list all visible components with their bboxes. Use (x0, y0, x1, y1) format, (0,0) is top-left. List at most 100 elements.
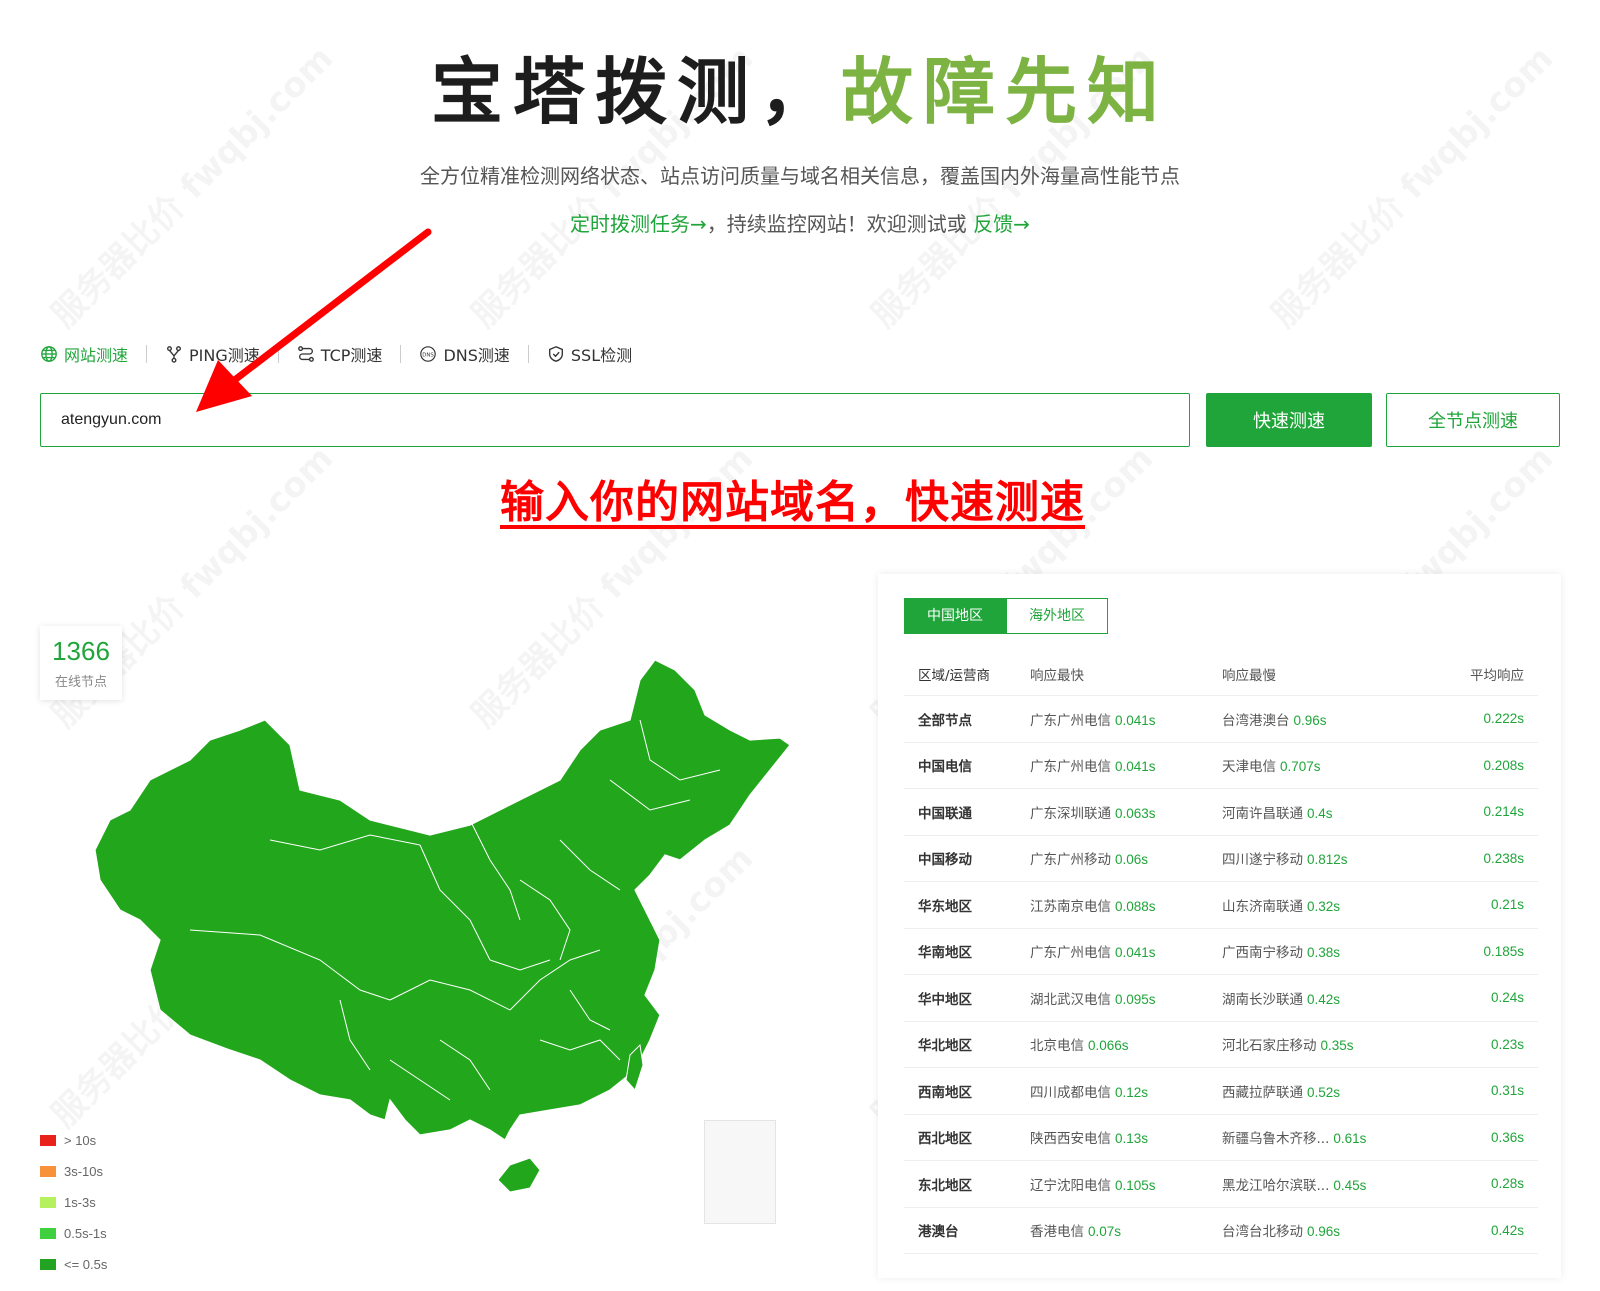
region-cell: 华南地区 (918, 945, 972, 962)
page-title: 宝塔拨测，故障先知 (0, 52, 1600, 132)
fastest-node: 广东广州电信 (1030, 945, 1111, 962)
legend-label: 0.5s-1s (64, 1226, 107, 1241)
slowest-node: 广西南宁移动 (1222, 945, 1303, 962)
average-cell: 0.23s (1490, 1036, 1524, 1052)
region-cell: 华中地区 (918, 991, 972, 1008)
header-average: 平均响应 (1470, 667, 1524, 684)
tab-tcp[interactable]: TCP测速 (297, 342, 401, 366)
legend-item[interactable]: 1s-3s (40, 1187, 107, 1218)
table-row[interactable]: 华北地区 北京电信 0.066s 河北石家庄移动 0.35s 0.23s (904, 1022, 1538, 1068)
table-row[interactable]: 港澳台 香港电信 0.07s 台湾台北移动 0.96s 0.42s (904, 1208, 1538, 1254)
average-cell: 0.222s (1483, 711, 1524, 727)
table-row[interactable]: 西南地区 四川成都电信 0.12s 西藏拉萨联通 0.52s 0.31s (904, 1068, 1538, 1115)
fastest-cell: 广东深圳联通 0.063s (1030, 802, 1222, 822)
fastest-time: 0.088s (1115, 898, 1156, 914)
slowest-node: 河北石家庄移动 (1222, 1038, 1317, 1055)
slowest-time: 0.96s (1307, 1224, 1341, 1240)
table-row[interactable]: 中国联通 广东深圳联通 0.063s 河南许昌联通 0.4s 0.214s (904, 789, 1538, 836)
fastest-cell: 北京电信 0.066s (1030, 1034, 1222, 1054)
tab-dns[interactable]: DNS DNS测速 (419, 342, 527, 366)
tab-website-speed[interactable]: 网站测速 (40, 342, 146, 366)
legend-item[interactable]: 0.5s-1s (40, 1218, 107, 1249)
region-cell: 中国联通 (918, 805, 972, 822)
header-region: 区域/运营商 (918, 667, 991, 684)
region-cell: 港澳台 (918, 1224, 959, 1241)
table-row[interactable]: 华南地区 广东广州电信 0.041s 广西南宁移动 0.38s 0.185s (904, 929, 1538, 975)
slowest-time: 0.32s (1307, 898, 1341, 914)
route-icon (297, 346, 314, 362)
fastest-node: 陕西西安电信 (1030, 1131, 1111, 1148)
fastest-time: 0.066s (1088, 1038, 1129, 1054)
legend-label: > 10s (64, 1133, 97, 1148)
tab-label: PING测速 (189, 346, 260, 365)
tab-overseas-region[interactable]: 海外地区 (1006, 598, 1108, 634)
slowest-cell: 天津电信 0.707s (1222, 755, 1422, 775)
table-row[interactable]: 中国电信 广东广州电信 0.041s 天津电信 0.707s 0.208s (904, 743, 1538, 789)
tab-divider (146, 345, 148, 363)
fastest-node: 香港电信 (1030, 1224, 1084, 1241)
fastest-cell: 广东广州移动 0.06s (1030, 848, 1222, 868)
tab-divider (400, 345, 402, 363)
tab-china-region[interactable]: 中国地区 (904, 598, 1006, 634)
slowest-cell: 新疆乌鲁木齐移... 0.61s (1222, 1127, 1422, 1147)
table-row[interactable]: 西北地区 陕西西安电信 0.13s 新疆乌鲁木齐移... 0.61s 0.36s (904, 1115, 1538, 1161)
fastest-cell: 广东广州电信 0.041s (1030, 709, 1222, 729)
fastest-cell: 辽宁沈阳电信 0.105s (1030, 1174, 1222, 1194)
fastest-time: 0.041s (1115, 945, 1156, 961)
fastest-cell: 陕西西安电信 0.13s (1030, 1127, 1222, 1147)
fastest-cell: 香港电信 0.07s (1030, 1220, 1222, 1240)
svg-text:DNS: DNS (423, 352, 435, 358)
all-nodes-test-button[interactable]: 全节点测速 (1386, 393, 1560, 447)
scheduled-task-link[interactable]: 定时拨测任务→ (570, 212, 707, 236)
header-slowest: 响应最慢 (1222, 667, 1276, 684)
tab-ping[interactable]: PING测速 (165, 342, 278, 366)
average-cell: 0.185s (1483, 943, 1524, 959)
slowest-time: 0.812s (1307, 852, 1348, 868)
title-dark: 宝塔拨测， (430, 50, 841, 134)
slowest-cell: 西藏拉萨联通 0.52s (1222, 1081, 1422, 1101)
legend-item[interactable]: 3s-10s (40, 1156, 107, 1187)
fastest-node: 湖北武汉电信 (1030, 991, 1111, 1008)
legend-item[interactable]: <= 0.5s (40, 1249, 107, 1280)
table-row[interactable]: 中国移动 广东广州移动 0.06s 四川遂宁移动 0.812s 0.238s (904, 836, 1538, 882)
legend-item[interactable]: > 10s (40, 1125, 107, 1156)
slowest-time: 0.35s (1320, 1038, 1354, 1054)
slowest-cell: 湖南长沙联通 0.42s (1222, 988, 1422, 1008)
average-cell: 0.24s (1490, 990, 1524, 1006)
region-cell: 华北地区 (918, 1038, 972, 1055)
south-china-sea-inset (704, 1120, 776, 1224)
slowest-cell: 四川遂宁移动 0.812s (1222, 848, 1422, 868)
tab-divider (527, 345, 529, 363)
average-cell: 0.214s (1483, 804, 1524, 820)
fastest-time: 0.07s (1088, 1224, 1122, 1240)
slowest-node: 新疆乌鲁木齐移... (1222, 1131, 1330, 1148)
quick-test-button[interactable]: 快速测速 (1206, 393, 1372, 447)
slowest-time: 0.4s (1307, 805, 1333, 821)
average-cell: 0.36s (1490, 1129, 1524, 1145)
map-legend: > 10s 3s-10s 1s-3s 0.5s-1s <= 0.5s (40, 1125, 107, 1280)
fastest-node: 广东广州移动 (1030, 852, 1111, 869)
page-subtitle: 全方位精准检测网络状态、站点访问质量与域名相关信息，覆盖国内外海量高性能节点 (420, 164, 1180, 188)
legend-swatch (40, 1259, 56, 1270)
fastest-time: 0.13s (1115, 1131, 1149, 1147)
fastest-time: 0.105s (1115, 1177, 1156, 1193)
fastest-node: 辽宁沈阳电信 (1030, 1177, 1111, 1194)
region-cell: 中国电信 (918, 759, 972, 776)
shield-icon (548, 346, 563, 362)
results-panel: 中国地区 海外地区 区域/运营商 响应最快 响应最慢 平均响应 全部节点 广东广州… (878, 574, 1561, 1278)
feedback-link[interactable]: 反馈→ (973, 212, 1030, 236)
tab-label: TCP测速 (320, 346, 383, 365)
table-row[interactable]: 东北地区 辽宁沈阳电信 0.105s 黑龙江哈尔滨联... 0.45s 0.28s (904, 1161, 1538, 1208)
table-row[interactable]: 全部节点 广东广州电信 0.041s 台湾港澳台 0.96s 0.222s (904, 696, 1538, 743)
cta-text: ，持续监控网站！欢迎测试或 (706, 212, 974, 236)
china-map-shape[interactable] (94, 660, 791, 1141)
tab-ssl[interactable]: SSL检测 (547, 342, 650, 366)
table-row[interactable]: 华中地区 湖北武汉电信 0.095s 湖南长沙联通 0.42s 0.24s (904, 975, 1538, 1022)
table-row[interactable]: 华东地区 江苏南京电信 0.088s 山东济南联通 0.32s 0.21s (904, 882, 1538, 929)
hainan-island[interactable] (497, 1157, 541, 1193)
fastest-cell: 广东广州电信 0.041s (1030, 755, 1222, 775)
url-input[interactable] (40, 393, 1190, 447)
dns-icon: DNS (420, 346, 437, 362)
slowest-node: 黑龙江哈尔滨联... (1222, 1177, 1330, 1194)
fork-icon (167, 346, 181, 363)
